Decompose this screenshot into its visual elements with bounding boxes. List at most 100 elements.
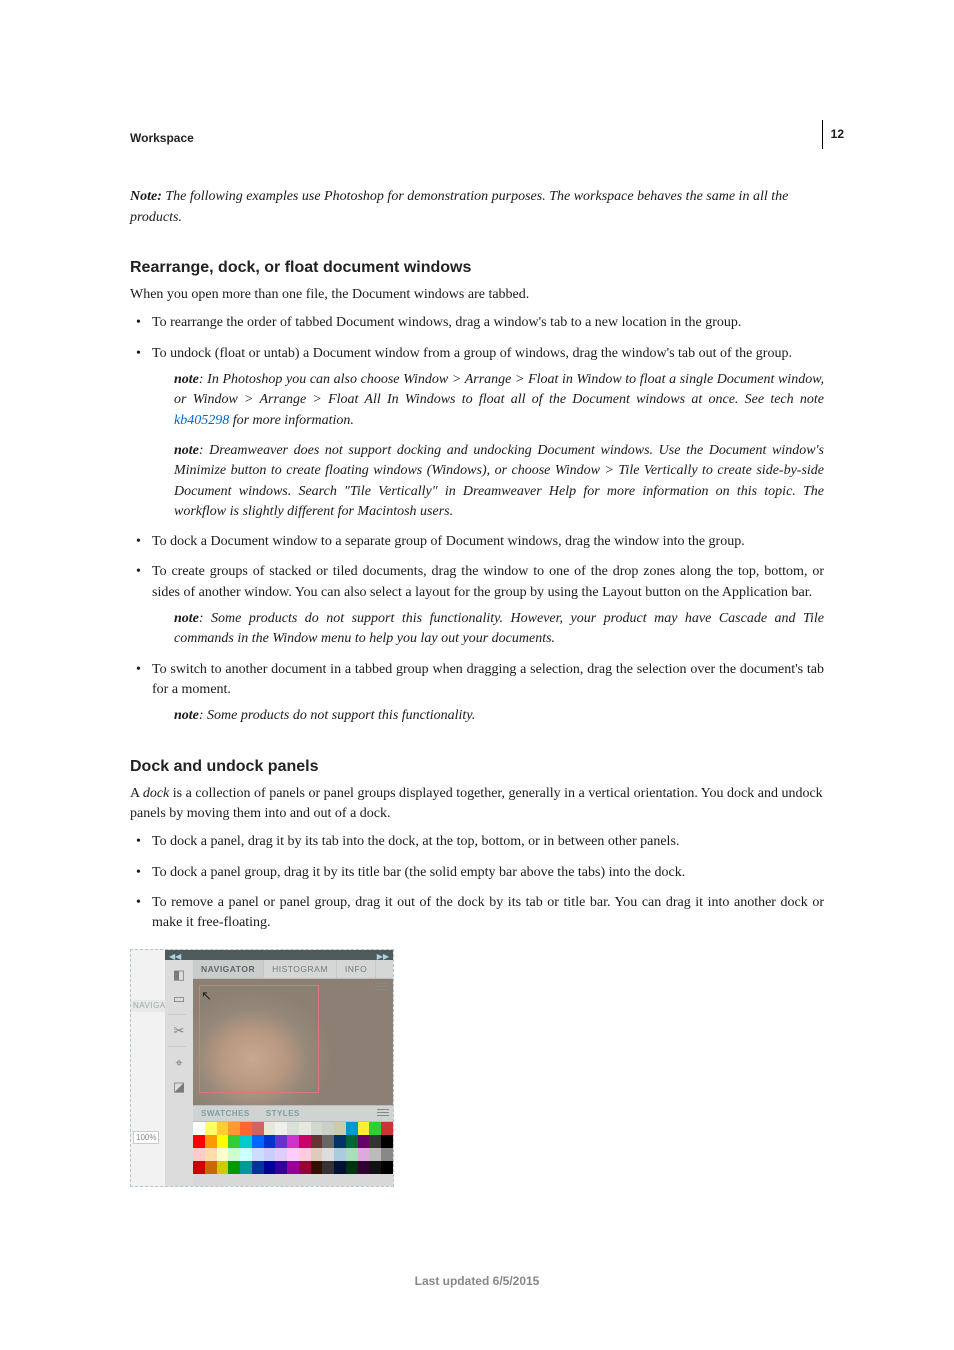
scissors-icon: ✂ <box>170 1022 188 1040</box>
swatch <box>311 1135 323 1148</box>
swatch <box>381 1135 393 1148</box>
note-text: : Some products do not support this func… <box>174 611 824 646</box>
swatch <box>264 1122 276 1135</box>
swatch <box>228 1122 240 1135</box>
note-text: : Dreamweaver does not support docking a… <box>174 443 824 519</box>
swatch <box>334 1148 346 1161</box>
swatch <box>264 1135 276 1148</box>
note-cascade-tile: note: Some products do not support this … <box>174 609 824 650</box>
swatch <box>299 1148 311 1161</box>
swatch <box>369 1161 381 1174</box>
figure-left-tab-label: NAVIGATI <box>131 1000 167 1012</box>
intro-note-text: The following examples use Photoshop for… <box>130 189 788 224</box>
swatch <box>358 1122 370 1135</box>
swatch <box>322 1161 334 1174</box>
swatch <box>240 1122 252 1135</box>
swatch <box>369 1135 381 1148</box>
swatch <box>311 1148 323 1161</box>
swatch <box>287 1148 299 1161</box>
swatch <box>369 1122 381 1135</box>
tab-info: INFO <box>337 960 376 978</box>
swatch <box>205 1148 217 1161</box>
swatch <box>193 1148 205 1161</box>
swatch <box>334 1122 346 1135</box>
tab-swatches: SWATCHES <box>193 1108 258 1120</box>
swatch <box>228 1148 240 1161</box>
intro-note: Note: The following examples use Photosh… <box>130 187 824 228</box>
bullet-dock-window: To dock a Document window to a separate … <box>130 532 824 552</box>
swatch <box>217 1135 229 1148</box>
h2-intro-a: A <box>130 786 143 801</box>
intro-note-label: Note: <box>130 189 162 204</box>
swatch <box>334 1161 346 1174</box>
swatch <box>346 1148 358 1161</box>
h2-intro-b: is a collection of panels or panel group… <box>130 786 823 821</box>
swatch <box>311 1161 323 1174</box>
separator-icon <box>168 1046 186 1048</box>
swatch <box>275 1161 287 1174</box>
page-number: 12 <box>822 120 844 149</box>
swatch <box>381 1161 393 1174</box>
swatch <box>252 1135 264 1148</box>
figure-panel-dock: NAVIGATI 100% A ¶ ◀◀ ▶▶ ◧ ▭ ✂ ⌖ ◪ NAVIGA… <box>130 949 394 1187</box>
swatch <box>322 1135 334 1148</box>
figure-icon-strip: ◧ ▭ ✂ ⌖ ◪ <box>165 960 194 1186</box>
figure-collapse-bar: ◀◀ ▶▶ <box>165 950 393 960</box>
swatch <box>381 1148 393 1161</box>
bullet-remove-panel: To remove a panel or panel group, drag i… <box>130 893 824 934</box>
swatch <box>252 1122 264 1135</box>
swatch <box>346 1122 358 1135</box>
swatch <box>193 1122 205 1135</box>
h2-intro-em: dock <box>143 786 169 801</box>
swatch <box>287 1122 299 1135</box>
swatch <box>217 1122 229 1135</box>
figure-floating-panel: NAVIGATOR HISTOGRAM INFO ↖ SWATCHES STYL… <box>193 960 393 1186</box>
swatch <box>240 1135 252 1148</box>
figure-view-box <box>199 985 319 1093</box>
swatch <box>322 1122 334 1135</box>
note-label: note <box>174 708 199 723</box>
swatch <box>299 1161 311 1174</box>
cursor-icon: ↖ <box>201 987 212 1006</box>
bullet-switch-doc: To switch to another document in a tabbe… <box>130 660 824 727</box>
heading-rearrange: Rearrange, dock, or float document windo… <box>130 256 824 279</box>
note-not-supported: note: Some products do not support this … <box>174 706 824 726</box>
swatch <box>264 1161 276 1174</box>
note-text-a: : In Photoshop you can also choose Windo… <box>174 372 824 407</box>
figure-panel-tabs: NAVIGATOR HISTOGRAM INFO <box>193 960 393 979</box>
swatch <box>217 1148 229 1161</box>
section-heading: Workspace <box>130 130 824 147</box>
tab-navigator: NAVIGATOR <box>193 960 264 978</box>
bullet-dock-panel: To dock a panel, drag it by its tab into… <box>130 832 824 852</box>
swatch <box>264 1148 276 1161</box>
swatch <box>228 1161 240 1174</box>
link-kb405298[interactable]: kb405298 <box>174 413 229 428</box>
swatch-row <box>193 1122 393 1135</box>
swatch <box>287 1161 299 1174</box>
swatch <box>322 1148 334 1161</box>
swatch <box>299 1122 311 1135</box>
swatch-row <box>193 1135 393 1148</box>
figure-navigator-preview: ↖ <box>193 979 393 1105</box>
bullet-undock-text: To undock (float or untab) a Document wi… <box>152 346 792 361</box>
swatch <box>287 1135 299 1148</box>
bullet-create-groups-text: To create groups of stacked or tiled doc… <box>152 564 824 599</box>
swatch <box>205 1122 217 1135</box>
swatch <box>252 1161 264 1174</box>
swatch <box>205 1161 217 1174</box>
note-label: note <box>174 611 199 626</box>
swatch <box>193 1135 205 1148</box>
bullet-dock-panel-group: To dock a panel group, drag it by its ti… <box>130 863 824 883</box>
swatch <box>334 1135 346 1148</box>
note-photoshop-float: note: In Photoshop you can also choose W… <box>174 370 824 431</box>
paragraph-icon: ◪ <box>170 1078 188 1096</box>
bullet-undock: To undock (float or untab) a Document wi… <box>130 344 824 522</box>
swatch <box>275 1148 287 1161</box>
swatch <box>299 1135 311 1148</box>
note-text-b: for more information. <box>229 413 354 428</box>
h1-intro: When you open more than one file, the Do… <box>130 285 824 305</box>
bullet-rearrange: To rearrange the order of tabbed Documen… <box>130 313 824 333</box>
bullet-switch-doc-text: To switch to another document in a tabbe… <box>152 662 824 697</box>
brush-presets-icon: ▭ <box>170 990 188 1008</box>
swatch <box>369 1148 381 1161</box>
